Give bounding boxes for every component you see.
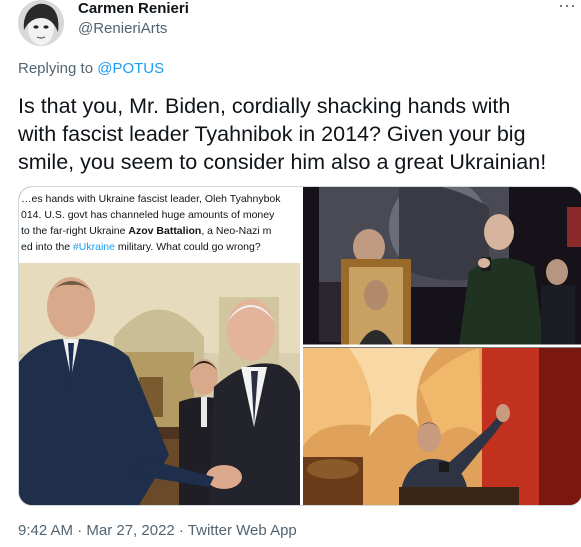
user-handle[interactable]: @RenieriArts <box>78 19 189 39</box>
screenshot-text-line: …es hands with Ukraine fascist leader, O… <box>21 193 281 205</box>
tweet-text-line: with fascist leader Tyahnibok in 2014? G… <box>18 122 526 146</box>
screenshot-text-line: 014. U.S. govt has channeled huge amount… <box>21 209 275 221</box>
screenshot-text-line: ed into the #Ukraine military. What coul… <box>21 241 261 253</box>
avatar-image <box>18 0 64 46</box>
display-name[interactable]: Carmen Renieri <box>78 0 189 18</box>
more-icon[interactable]: ··· <box>555 0 579 18</box>
screenshot-text-segment: to the far-right Ukraine <box>21 225 128 237</box>
screenshot-text-segment: ed into the <box>21 241 73 253</box>
handshake-photo <box>19 263 301 505</box>
media-grid[interactable]: …es hands with Ukraine fascist leader, O… <box>18 186 581 506</box>
screenshot-text-segment: military. What could go wrong? <box>115 241 261 253</box>
avatar[interactable] <box>18 0 64 46</box>
tweet-timestamp[interactable]: 9:42 AM · Mar 27, 2022 · Twitter Web App <box>18 522 297 539</box>
tweet-header: Carmen Renieri @RenieriArts ··· <box>18 0 581 50</box>
tweet-text: Is that you, Mr. Biden, cordially shacki… <box>18 92 581 176</box>
replying-to-label: Replying to <box>18 60 98 77</box>
tweet-text-line: Is that you, Mr. Biden, cordially shacki… <box>18 94 511 118</box>
tweet-text-line: smile, you seem to consider him also a g… <box>18 150 547 174</box>
screenshot-hashtag: #Ukraine <box>73 241 115 253</box>
media-photo-top-right[interactable] <box>303 187 581 345</box>
screenshot-text-bold: Azov Battalion <box>128 225 201 237</box>
media-photo-bottom-right[interactable] <box>303 348 581 505</box>
screenshot-text-line: to the far-right Ukraine Azov Battalion,… <box>21 225 272 237</box>
screenshot-text-segment: , a Neo-Nazi m <box>201 225 271 237</box>
media-photo-left[interactable]: …es hands with Ukraine fascist leader, O… <box>19 187 301 505</box>
replying-to: Replying to @POTUS <box>18 60 164 77</box>
mention-link[interactable]: @POTUS <box>97 60 164 77</box>
